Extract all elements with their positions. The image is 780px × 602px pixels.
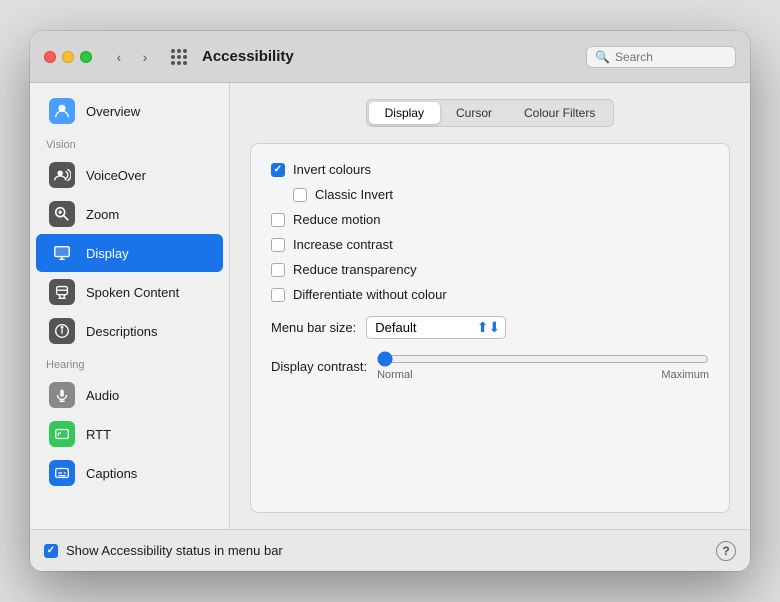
reduce-transparency-row: Reduce transparency bbox=[271, 260, 709, 279]
search-box[interactable]: 🔍 bbox=[586, 46, 736, 68]
spoken-content-icon bbox=[48, 278, 76, 306]
voiceover-icon bbox=[48, 161, 76, 189]
section-label-vision: Vision bbox=[30, 131, 229, 155]
zoom-icon bbox=[48, 200, 76, 228]
display-contrast-label: Display contrast: bbox=[271, 359, 367, 374]
right-panel: Display Cursor Colour Filters Invert col… bbox=[230, 83, 750, 529]
classic-invert-row: Classic Invert bbox=[293, 185, 709, 204]
increase-contrast-row: Increase contrast bbox=[271, 235, 709, 254]
tab-colour-filters[interactable]: Colour Filters bbox=[508, 102, 611, 124]
sidebar-item-captions[interactable]: Captions bbox=[36, 454, 223, 492]
rtt-icon bbox=[48, 420, 76, 448]
sidebar-item-rtt[interactable]: RTT bbox=[36, 415, 223, 453]
differentiate-colour-checkbox[interactable] bbox=[271, 288, 285, 302]
maximize-button[interactable] bbox=[80, 51, 92, 63]
sidebar-item-label: Zoom bbox=[86, 207, 119, 222]
nav-arrows: ‹ › bbox=[108, 46, 156, 68]
invert-colours-checkbox[interactable] bbox=[271, 163, 285, 177]
sidebar-item-overview[interactable]: Overview bbox=[36, 92, 223, 130]
differentiate-colour-label: Differentiate without colour bbox=[293, 287, 447, 302]
menu-bar-size-label: Menu bar size: bbox=[271, 320, 356, 335]
display-contrast-row: Display contrast: Normal Maximum bbox=[271, 351, 709, 381]
reduce-motion-label: Reduce motion bbox=[293, 212, 380, 227]
increase-contrast-label: Increase contrast bbox=[293, 237, 393, 252]
tab-cursor[interactable]: Cursor bbox=[440, 102, 508, 124]
minimize-button[interactable] bbox=[62, 51, 74, 63]
contrast-slider[interactable] bbox=[377, 351, 709, 367]
captions-icon bbox=[48, 459, 76, 487]
contrast-max-label: Maximum bbox=[661, 369, 709, 381]
increase-contrast-checkbox[interactable] bbox=[271, 238, 285, 252]
menu-bar-size-row: Menu bar size: Default Large ⬆⬇ bbox=[271, 316, 709, 339]
help-button[interactable]: ? bbox=[716, 541, 736, 561]
tab-bar: Display Cursor Colour Filters bbox=[366, 99, 615, 127]
show-status-label: Show Accessibility status in menu bar bbox=[66, 543, 283, 558]
titlebar: ‹ › Accessibility 🔍 bbox=[30, 31, 750, 83]
reduce-transparency-label: Reduce transparency bbox=[293, 262, 417, 277]
menu-bar-size-select-wrapper: Default Large ⬆⬇ bbox=[366, 316, 506, 339]
sidebar-item-label: Audio bbox=[86, 388, 119, 403]
close-button[interactable] bbox=[44, 51, 56, 63]
menu-bar-size-select[interactable]: Default Large bbox=[366, 316, 506, 339]
sidebar-item-label: Spoken Content bbox=[86, 285, 179, 300]
sidebar-item-zoom[interactable]: Zoom bbox=[36, 195, 223, 233]
window-title: Accessibility bbox=[202, 48, 578, 65]
traffic-lights bbox=[44, 51, 92, 63]
descriptions-icon bbox=[48, 317, 76, 345]
contrast-slider-container: Normal Maximum bbox=[377, 351, 709, 381]
audio-icon bbox=[48, 381, 76, 409]
show-status-checkbox[interactable] bbox=[44, 544, 58, 558]
forward-button[interactable]: › bbox=[134, 46, 156, 68]
display-icon bbox=[48, 239, 76, 267]
sidebar: Overview Vision VoiceOver bbox=[30, 83, 230, 529]
sidebar-item-audio[interactable]: Audio bbox=[36, 376, 223, 414]
sidebar-item-label: Captions bbox=[86, 466, 137, 481]
sidebar-item-voiceover[interactable]: VoiceOver bbox=[36, 156, 223, 194]
differentiate-colour-row: Differentiate without colour bbox=[271, 285, 709, 304]
invert-colours-label: Invert colours bbox=[293, 162, 371, 177]
sidebar-item-descriptions[interactable]: Descriptions bbox=[36, 312, 223, 350]
reduce-motion-row: Reduce motion bbox=[271, 210, 709, 229]
sidebar-item-spoken-content[interactable]: Spoken Content bbox=[36, 273, 223, 311]
search-icon: 🔍 bbox=[595, 50, 610, 64]
search-input[interactable] bbox=[615, 50, 727, 64]
slider-labels: Normal Maximum bbox=[377, 369, 709, 381]
invert-colours-row: Invert colours bbox=[271, 160, 709, 179]
sidebar-item-display[interactable]: Display bbox=[36, 234, 223, 272]
main-content: Overview Vision VoiceOver bbox=[30, 83, 750, 529]
back-button[interactable]: ‹ bbox=[108, 46, 130, 68]
main-window: ‹ › Accessibility 🔍 bbox=[30, 31, 750, 571]
sidebar-item-label: RTT bbox=[86, 427, 111, 442]
contrast-min-label: Normal bbox=[377, 369, 412, 381]
reduce-transparency-checkbox[interactable] bbox=[271, 263, 285, 277]
grid-icon[interactable] bbox=[168, 46, 190, 68]
section-label-hearing: Hearing bbox=[30, 351, 229, 375]
overview-icon bbox=[48, 97, 76, 125]
sidebar-item-label: Descriptions bbox=[86, 324, 158, 339]
content-panel: Invert colours Classic Invert Reduce mot… bbox=[250, 143, 730, 513]
reduce-motion-checkbox[interactable] bbox=[271, 213, 285, 227]
sidebar-item-label: Overview bbox=[86, 104, 140, 119]
sidebar-item-label: VoiceOver bbox=[86, 168, 146, 183]
classic-invert-checkbox[interactable] bbox=[293, 188, 307, 202]
bottom-bar: Show Accessibility status in menu bar ? bbox=[30, 529, 750, 571]
status-checkbox-row: Show Accessibility status in menu bar bbox=[44, 543, 716, 558]
classic-invert-label: Classic Invert bbox=[315, 187, 393, 202]
sidebar-item-label: Display bbox=[86, 246, 129, 261]
tab-display[interactable]: Display bbox=[369, 102, 440, 124]
